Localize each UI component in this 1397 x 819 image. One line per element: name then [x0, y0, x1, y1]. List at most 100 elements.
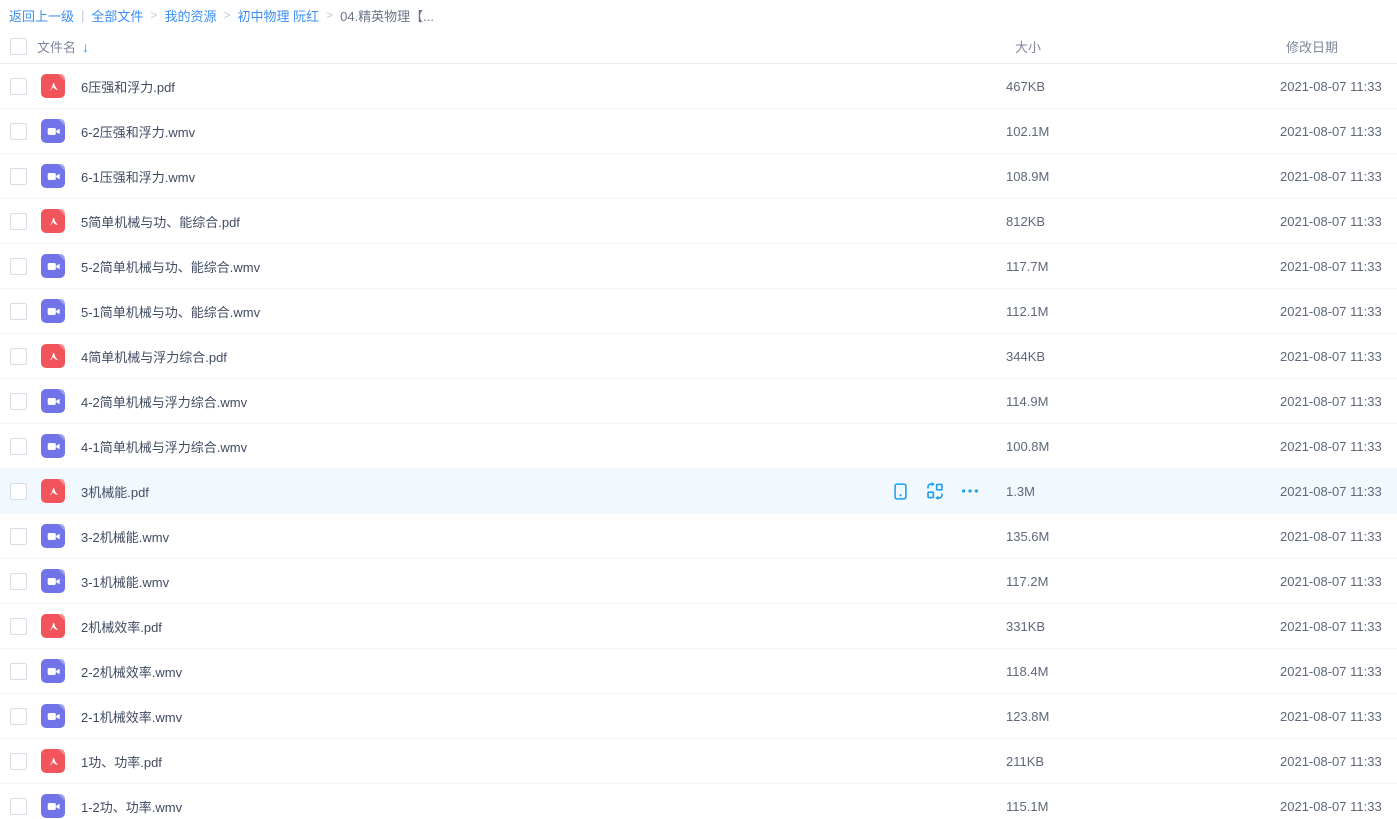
- table-row[interactable]: 4-2简单机械与浮力综合.wmv: [0, 379, 1397, 424]
- row-checkbox[interactable]: [10, 753, 27, 770]
- table-row[interactable]: 1功、功率.pdf: [0, 739, 1397, 784]
- file-name[interactable]: 2-2机械效率.wmv: [81, 662, 182, 681]
- file-name[interactable]: 6-2压强和浮力.wmv: [81, 122, 195, 141]
- table-row[interactable]: 3-2机械能.wmv: [0, 514, 1397, 559]
- table-row[interactable]: 3-1机械能.wmv: [0, 559, 1397, 604]
- row-checkbox[interactable]: [10, 483, 27, 500]
- row-checkbox[interactable]: [10, 528, 27, 545]
- table-row[interactable]: 2-1机械效率.wmv: [0, 694, 1397, 739]
- row-checkbox[interactable]: [10, 123, 27, 140]
- file-modified: 2021-08-07 11:33: [1280, 169, 1397, 184]
- file-type-badge: [41, 209, 65, 233]
- file-size: 812KB: [1006, 214, 1280, 229]
- row-checkbox[interactable]: [10, 258, 27, 275]
- row-checkbox[interactable]: [10, 708, 27, 725]
- transfer-icon[interactable]: [925, 481, 945, 501]
- folded-corner: [58, 614, 65, 621]
- folded-corner: [58, 389, 65, 396]
- folded-corner: [58, 659, 65, 666]
- file-modified: 2021-08-07 11:33: [1280, 619, 1397, 634]
- file-size: 114.9M: [1006, 394, 1280, 409]
- breadcrumb-link[interactable]: 全部文件: [91, 6, 143, 25]
- row-checkbox[interactable]: [10, 348, 27, 365]
- folded-corner: [58, 344, 65, 351]
- file-name[interactable]: 2机械效率.pdf: [81, 617, 162, 636]
- column-label-size: 大小: [1015, 40, 1041, 55]
- breadcrumb-arrow: >: [326, 8, 333, 22]
- table-row[interactable]: 5-1简单机械与功、能综合.wmv: [0, 289, 1397, 334]
- file-modified: 2021-08-07 11:33: [1280, 394, 1397, 409]
- row-checkbox[interactable]: [10, 393, 27, 410]
- more-icon[interactable]: [960, 481, 980, 501]
- row-checkbox[interactable]: [10, 168, 27, 185]
- file-name[interactable]: 3机械能.pdf: [81, 482, 149, 501]
- file-name[interactable]: 4-2简单机械与浮力综合.wmv: [81, 392, 247, 411]
- table-row[interactable]: 6压强和浮力.pdf: [0, 64, 1397, 109]
- breadcrumb-back-link[interactable]: 返回上一级: [9, 6, 74, 25]
- table-row[interactable]: 5简单机械与功、能综合.pdf: [0, 199, 1397, 244]
- folded-corner: [58, 749, 65, 756]
- folded-corner: [58, 434, 65, 441]
- file-modified: 2021-08-07 11:33: [1280, 709, 1397, 724]
- file-name[interactable]: 5-2简单机械与功、能综合.wmv: [81, 257, 260, 276]
- sort-descending-icon[interactable]: ↓: [82, 39, 89, 55]
- table-row[interactable]: 4-1简单机械与浮力综合.wmv: [0, 424, 1397, 469]
- file-size: 108.9M: [1006, 169, 1280, 184]
- table-row[interactable]: 6-2压强和浮力.wmv: [0, 109, 1397, 154]
- file-name[interactable]: 3-1机械能.wmv: [81, 572, 169, 591]
- column-header-modified[interactable]: 修改日期: [1280, 37, 1397, 57]
- breadcrumb-link[interactable]: 初中物理 阮红: [237, 6, 319, 25]
- column-header-name: 文件名 ↓: [10, 37, 1006, 56]
- row-checkbox[interactable]: [10, 213, 27, 230]
- file-type-badge: [41, 569, 65, 593]
- table-row[interactable]: 3机械能.pdf: [0, 469, 1397, 514]
- file-modified: 2021-08-07 11:33: [1280, 304, 1397, 319]
- row-checkbox[interactable]: [10, 618, 27, 635]
- file-type-badge: [41, 524, 65, 548]
- file-modified: 2021-08-07 11:33: [1280, 124, 1397, 139]
- breadcrumb-arrow: >: [150, 8, 157, 22]
- save-to-device-icon[interactable]: [890, 481, 910, 501]
- row-checkbox[interactable]: [10, 798, 27, 815]
- file-type-badge: [41, 749, 65, 773]
- row-checkbox[interactable]: [10, 303, 27, 320]
- select-all-checkbox[interactable]: [10, 38, 27, 55]
- file-type-badge: [41, 434, 65, 458]
- breadcrumb-items: 全部文件>我的资源>初中物理 阮红>04.精英物理【...: [91, 6, 434, 25]
- file-name[interactable]: 4-1简单机械与浮力综合.wmv: [81, 437, 247, 456]
- row-checkbox[interactable]: [10, 438, 27, 455]
- table-row[interactable]: 5-2简单机械与功、能综合.wmv: [0, 244, 1397, 289]
- table-row[interactable]: 6-1压强和浮力.wmv: [0, 154, 1397, 199]
- folded-corner: [58, 119, 65, 126]
- breadcrumb-link[interactable]: 我的资源: [164, 6, 216, 25]
- file-name[interactable]: 4简单机械与浮力综合.pdf: [81, 347, 227, 366]
- file-name[interactable]: 5-1简单机械与功、能综合.wmv: [81, 302, 260, 321]
- column-label-name[interactable]: 文件名: [37, 37, 76, 56]
- row-checkbox[interactable]: [10, 78, 27, 95]
- table-row[interactable]: 1-2功、功率.wmv: [0, 784, 1397, 819]
- file-type-badge: [41, 389, 65, 413]
- file-name[interactable]: 5简单机械与功、能综合.pdf: [81, 212, 240, 231]
- file-name[interactable]: 6-1压强和浮力.wmv: [81, 167, 195, 186]
- file-type-badge: [41, 659, 65, 683]
- file-size: 117.7M: [1006, 259, 1280, 274]
- file-name[interactable]: 1-2功、功率.wmv: [81, 797, 182, 816]
- file-name[interactable]: 6压强和浮力.pdf: [81, 77, 175, 96]
- file-name[interactable]: 3-2机械能.wmv: [81, 527, 169, 546]
- file-modified: 2021-08-07 11:33: [1280, 214, 1397, 229]
- row-checkbox[interactable]: [10, 573, 27, 590]
- breadcrumb: 返回上一级 | 全部文件>我的资源>初中物理 阮红>04.精英物理【...: [0, 0, 1397, 30]
- table-row[interactable]: 2-2机械效率.wmv: [0, 649, 1397, 694]
- file-name[interactable]: 1功、功率.pdf: [81, 752, 162, 771]
- file-size: 211KB: [1006, 754, 1280, 769]
- row-checkbox[interactable]: [10, 663, 27, 680]
- file-size: 100.8M: [1006, 439, 1280, 454]
- table-header-row: 文件名 ↓ 大小 修改日期: [0, 30, 1397, 64]
- file-name[interactable]: 2-1机械效率.wmv: [81, 707, 182, 726]
- file-type-badge: [41, 299, 65, 323]
- column-header-size[interactable]: 大小: [1006, 37, 1280, 57]
- table-row[interactable]: 4简单机械与浮力综合.pdf: [0, 334, 1397, 379]
- folded-corner: [58, 74, 65, 81]
- table-row[interactable]: 2机械效率.pdf: [0, 604, 1397, 649]
- file-type-badge: [41, 74, 65, 98]
